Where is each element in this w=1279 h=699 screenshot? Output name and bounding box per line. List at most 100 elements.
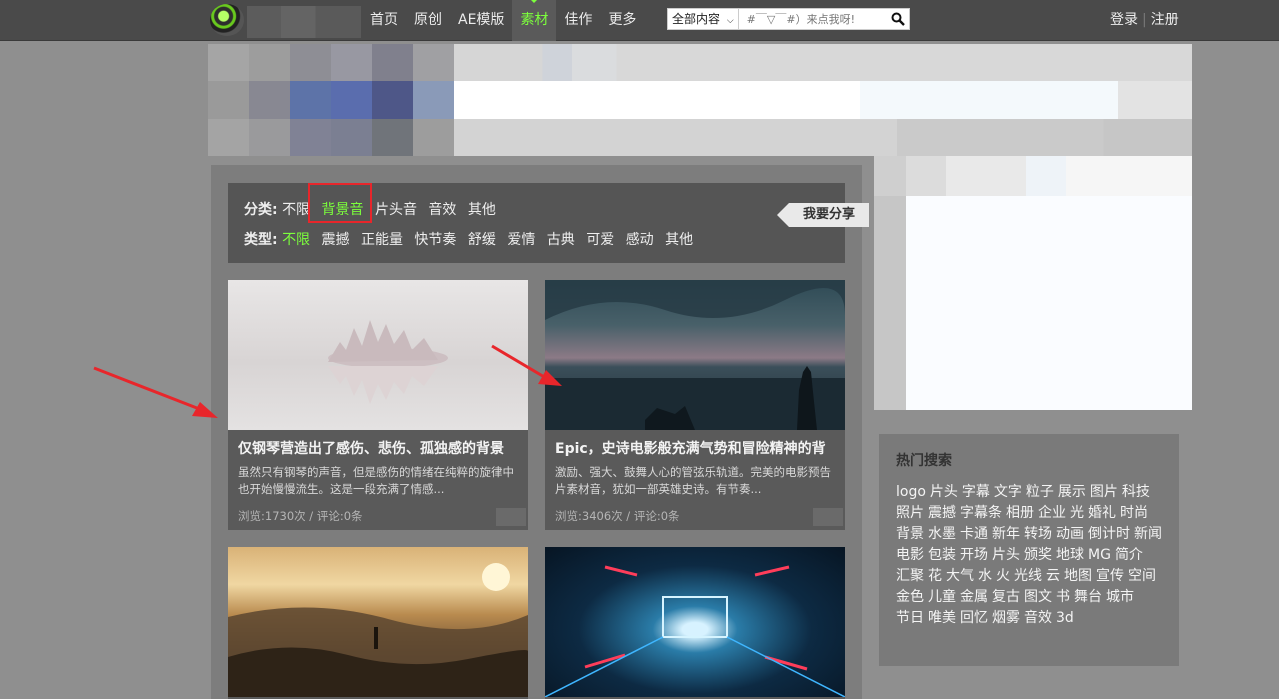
hot-search-tag[interactable]: 动画 bbox=[1056, 524, 1084, 545]
hot-search-tag[interactable]: 科技 bbox=[1122, 482, 1150, 503]
hot-search-tag[interactable]: 唯美 bbox=[928, 608, 956, 629]
category-sound-effects[interactable]: 音效 bbox=[428, 202, 456, 218]
hot-search-tag[interactable]: 金属 bbox=[960, 587, 988, 608]
hot-search-tag[interactable]: 云 bbox=[1046, 566, 1060, 587]
card-thumbnail[interactable] bbox=[545, 547, 845, 698]
hot-search-tag[interactable]: 水墨 bbox=[928, 524, 956, 545]
register-link[interactable]: 注册 bbox=[1151, 12, 1179, 28]
nav-item-ae-templates[interactable]: AE模版 bbox=[450, 0, 512, 41]
hot-search-tag[interactable]: 简介 bbox=[1115, 545, 1143, 566]
card-title[interactable]: Epic，史诗电影般充满气势和冒险精神的背 bbox=[545, 430, 845, 458]
card-thumbnail[interactable] bbox=[545, 280, 845, 430]
type-positive[interactable]: 正能量 bbox=[361, 232, 403, 248]
hot-search-tag[interactable]: 书 bbox=[1056, 587, 1070, 608]
hot-search-tag[interactable]: MG bbox=[1088, 545, 1111, 566]
hot-search-tag[interactable]: 儿童 bbox=[928, 587, 956, 608]
hot-search-tag[interactable]: 相册 bbox=[1006, 503, 1034, 524]
nav-item-home[interactable]: 首页 bbox=[362, 0, 406, 41]
hot-search-tag[interactable]: logo bbox=[896, 482, 926, 503]
type-cute[interactable]: 可爱 bbox=[586, 232, 614, 248]
hot-search-tag[interactable]: 宣传 bbox=[1096, 566, 1124, 587]
share-button[interactable]: 我要分享 bbox=[777, 203, 869, 227]
hot-search-tag[interactable]: 光线 bbox=[1014, 566, 1042, 587]
type-touching[interactable]: 感动 bbox=[626, 232, 654, 248]
hot-search-tag[interactable]: 企业 bbox=[1038, 503, 1066, 524]
type-love[interactable]: 爱情 bbox=[507, 232, 535, 248]
search-input[interactable] bbox=[738, 9, 887, 29]
material-card[interactable]: Epic，史诗电影般充满气势和冒险精神的背 激励、强大、鼓舞人心的管弦乐轨道。完… bbox=[545, 280, 845, 530]
site-name-blurred bbox=[247, 6, 361, 38]
hot-search-tag[interactable]: 电影 bbox=[896, 545, 924, 566]
hot-search-tag[interactable]: 倒计时 bbox=[1088, 524, 1130, 545]
material-card[interactable] bbox=[228, 547, 528, 699]
category-intro-music[interactable]: 片头音 bbox=[375, 202, 417, 218]
hot-search-tag[interactable]: 城市 bbox=[1106, 587, 1134, 608]
hot-search-tag[interactable]: 新闻 bbox=[1134, 524, 1162, 545]
hot-search-tag[interactable]: 金色 bbox=[896, 587, 924, 608]
nav-item-featured[interactable]: 佳作 bbox=[556, 0, 600, 41]
hot-search-tag[interactable]: 图片 bbox=[1090, 482, 1118, 503]
hot-search-tag[interactable]: 火 bbox=[996, 566, 1010, 587]
hot-search-tag[interactable]: 文字 bbox=[994, 482, 1022, 503]
type-fast-paced[interactable]: 快节奏 bbox=[414, 232, 456, 248]
type-classical[interactable]: 古典 bbox=[547, 232, 575, 248]
hot-search-tag[interactable]: 片头 bbox=[992, 545, 1020, 566]
card-thumbnail[interactable] bbox=[228, 280, 528, 430]
type-soothing[interactable]: 舒缓 bbox=[468, 232, 496, 248]
card-stats: 浏览:1730次 / 评论:0条 bbox=[238, 509, 363, 523]
hot-search-tag[interactable]: 节日 bbox=[896, 608, 924, 629]
search-scope-select[interactable]: 全部内容 ⌵ bbox=[668, 9, 739, 29]
hot-search-tag[interactable]: 汇聚 bbox=[896, 566, 924, 587]
hot-search-tag[interactable]: 舞台 bbox=[1074, 587, 1102, 608]
hot-search-tag[interactable]: 字幕条 bbox=[960, 503, 1002, 524]
hot-search-tag[interactable]: 光 bbox=[1070, 503, 1084, 524]
sidebar-ad-pixelated[interactable] bbox=[874, 156, 1192, 410]
card-title[interactable]: 仅钢琴营造出了感伤、悲伤、孤独感的背景 bbox=[228, 430, 528, 458]
hot-search-tag[interactable]: 时尚 bbox=[1120, 503, 1148, 524]
hot-search-tag[interactable]: 转场 bbox=[1024, 524, 1052, 545]
login-link[interactable]: 登录 bbox=[1110, 12, 1138, 28]
banner-ad-pixelated[interactable] bbox=[208, 44, 1192, 156]
hot-search-tag[interactable]: 烟雾 bbox=[992, 608, 1020, 629]
hot-search-tag[interactable]: 地球 bbox=[1056, 545, 1084, 566]
card-description: 激励、强大、鼓舞人心的管弦乐轨道。完美的电影预告片素材音，犹如一部英雄史诗。有节… bbox=[555, 465, 831, 496]
hot-search-tag[interactable]: 水 bbox=[978, 566, 992, 587]
category-all[interactable]: 不限 bbox=[282, 202, 310, 218]
hot-search-tag[interactable]: 卡通 bbox=[960, 524, 988, 545]
site-logo-icon[interactable] bbox=[210, 4, 244, 36]
type-shocking[interactable]: 震撼 bbox=[322, 232, 350, 248]
hot-search-tag[interactable]: 3d bbox=[1056, 608, 1074, 629]
hot-search-tag[interactable]: 背景 bbox=[896, 524, 924, 545]
nav-item-materials[interactable]: 素材 bbox=[512, 0, 557, 41]
hot-search-tag[interactable]: 图文 bbox=[1024, 587, 1052, 608]
hot-search-tag[interactable]: 字幕 bbox=[962, 482, 990, 503]
type-all[interactable]: 不限 bbox=[282, 232, 310, 248]
nav-item-more[interactable]: 更多 bbox=[600, 0, 644, 41]
hot-search-tag[interactable]: 空间 bbox=[1128, 566, 1156, 587]
hot-search-tag[interactable]: 震撼 bbox=[928, 503, 956, 524]
hot-search-tag[interactable]: 展示 bbox=[1058, 482, 1086, 503]
hot-search-tag[interactable]: 粒子 bbox=[1026, 482, 1054, 503]
hot-search-tag[interactable]: 开场 bbox=[960, 545, 988, 566]
material-card[interactable] bbox=[545, 547, 845, 699]
hot-search-tag[interactable]: 大气 bbox=[946, 566, 974, 587]
hot-search-tag[interactable]: 婚礼 bbox=[1088, 503, 1116, 524]
hot-search-tag[interactable]: 包装 bbox=[928, 545, 956, 566]
hot-search-tag[interactable]: 片头 bbox=[930, 482, 958, 503]
material-card[interactable]: 仅钢琴营造出了感伤、悲伤、孤独感的背景 虽然只有钢琴的声音，但是感伤的情绪在纯粹… bbox=[228, 280, 528, 530]
hot-search-tag[interactable]: 照片 bbox=[896, 503, 924, 524]
hot-search-tag[interactable]: 颁奖 bbox=[1024, 545, 1052, 566]
hot-search-tag[interactable]: 回忆 bbox=[960, 608, 988, 629]
hot-search-tag[interactable]: 花 bbox=[928, 566, 942, 587]
hot-search-title: 热门搜索 bbox=[896, 453, 952, 469]
hot-search-tag[interactable]: 复古 bbox=[992, 587, 1020, 608]
card-badge bbox=[496, 508, 526, 526]
hot-search-tag[interactable]: 地图 bbox=[1064, 566, 1092, 587]
category-other[interactable]: 其他 bbox=[468, 202, 496, 218]
nav-item-original[interactable]: 原创 bbox=[406, 0, 450, 41]
card-thumbnail[interactable] bbox=[228, 547, 528, 697]
type-other[interactable]: 其他 bbox=[665, 232, 693, 248]
hot-search-tag[interactable]: 新年 bbox=[992, 524, 1020, 545]
hot-search-tag[interactable]: 音效 bbox=[1024, 608, 1052, 629]
search-button[interactable] bbox=[887, 9, 909, 29]
